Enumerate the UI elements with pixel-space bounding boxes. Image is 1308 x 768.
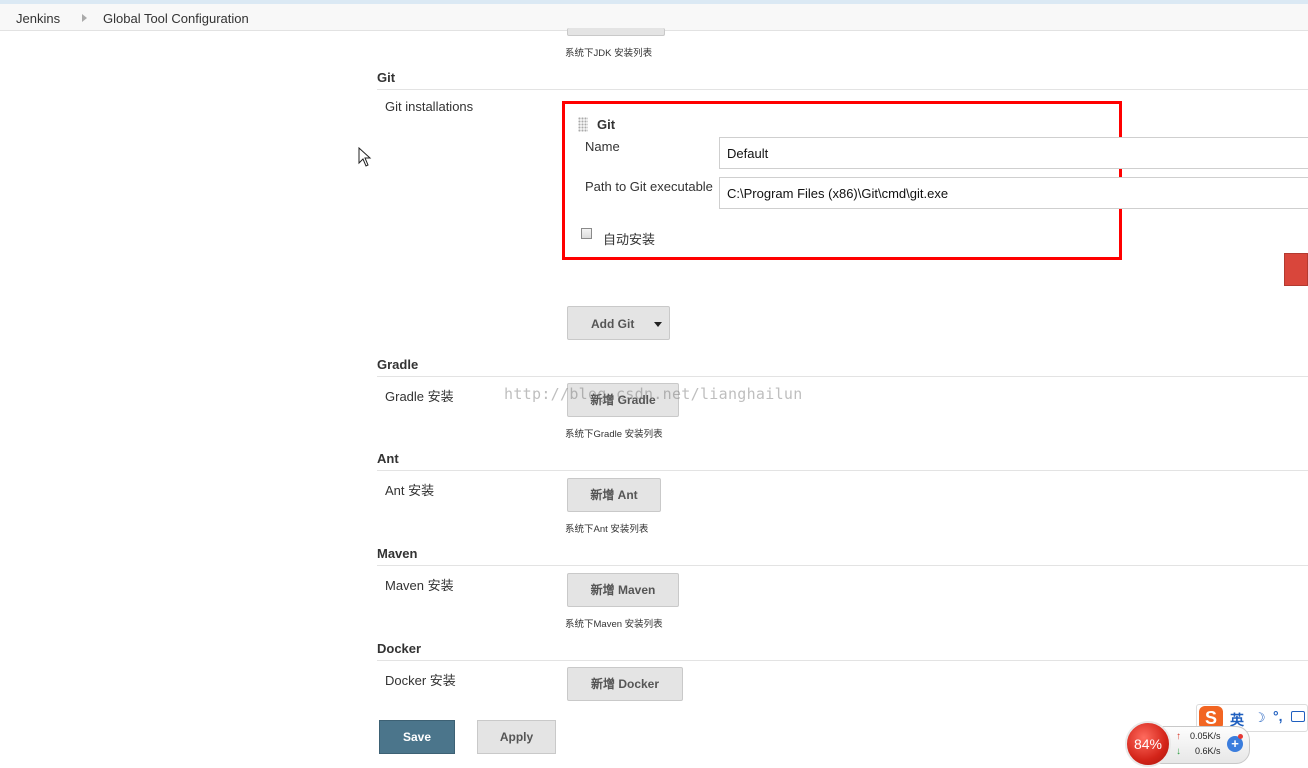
docker-installations-label: Docker 安装 (385, 673, 456, 688)
add-docker-label: 新增 Docker (590, 677, 660, 691)
breadcrumb-global-tool-configuration[interactable]: Global Tool Configuration (103, 11, 249, 26)
upload-speed: 0.05K/s (1190, 731, 1221, 741)
gradle-installations-label: Gradle 安装 (385, 389, 454, 404)
gradle-section-title: Gradle (377, 357, 419, 372)
maven-hint: 系统下Maven 安装列表 (565, 619, 663, 630)
maven-installations-label: Maven 安装 (385, 578, 454, 593)
section-divider (377, 376, 1308, 377)
add-maven-button[interactable]: 新增 Maven (567, 573, 679, 607)
apply-button[interactable]: Apply (477, 720, 556, 754)
punctuation-mode[interactable]: °, (1273, 708, 1283, 724)
docker-section-title: Docker (377, 641, 422, 656)
download-arrow-icon: ↓ (1176, 746, 1181, 757)
git-entry-title: Git (597, 117, 616, 132)
git-installations-label: Git installations (385, 99, 474, 114)
git-name-label: Name (585, 139, 620, 154)
add-docker-button[interactable]: 新增 Docker (567, 667, 683, 701)
add-ant-button[interactable]: 新增 Ant (567, 478, 661, 512)
download-speed: 0.6K/s (1195, 746, 1221, 756)
section-divider (377, 470, 1308, 471)
jdk-hint: 系统下JDK 安装列表 (565, 48, 653, 59)
maven-section-title: Maven (377, 546, 418, 561)
breadcrumb-jenkins[interactable]: Jenkins (16, 11, 60, 26)
keyboard-icon[interactable] (1291, 711, 1305, 722)
git-section-title: Git (377, 70, 396, 85)
ant-installations-label: Ant 安装 (385, 483, 435, 498)
add-git-label: Add Git (591, 317, 635, 331)
add-maven-label: 新增 Maven (590, 583, 656, 597)
memory-usage-ball[interactable]: 84% (1125, 721, 1171, 767)
git-name-input[interactable] (719, 137, 1308, 169)
upload-arrow-icon: ↑ (1176, 731, 1181, 742)
gradle-hint: 系统下Gradle 安装列表 (565, 429, 663, 440)
moon-icon[interactable]: ☽ (1254, 710, 1266, 726)
ant-hint: 系统下Ant 安装列表 (565, 524, 649, 535)
breadcrumb: Jenkins Global Tool Configuration (0, 4, 1308, 31)
section-divider (377, 565, 1308, 566)
git-path-label: Path to Git executable (585, 179, 713, 194)
section-divider (377, 89, 1308, 90)
dropdown-caret-icon[interactable] (654, 322, 662, 327)
auto-install-label: 自动安装 (603, 232, 656, 247)
delete-installation-button[interactable] (1284, 253, 1308, 286)
save-button[interactable]: Save (379, 720, 455, 754)
watermark-text: http://blog.csdn.net/lianghailun (504, 385, 803, 403)
section-divider (377, 660, 1308, 661)
notification-dot (1238, 734, 1243, 739)
add-git-button[interactable]: Add Git (567, 306, 670, 340)
mouse-pointer-icon (358, 147, 372, 167)
add-jdk-button-partial[interactable] (567, 28, 665, 36)
git-path-input[interactable] (719, 177, 1308, 209)
add-ant-label: 新增 Ant (590, 488, 638, 502)
ant-section-title: Ant (377, 451, 399, 466)
breadcrumb-separator-icon (82, 14, 87, 22)
auto-install-checkbox[interactable] (581, 228, 592, 239)
drag-handle-icon[interactable] (578, 117, 588, 132)
